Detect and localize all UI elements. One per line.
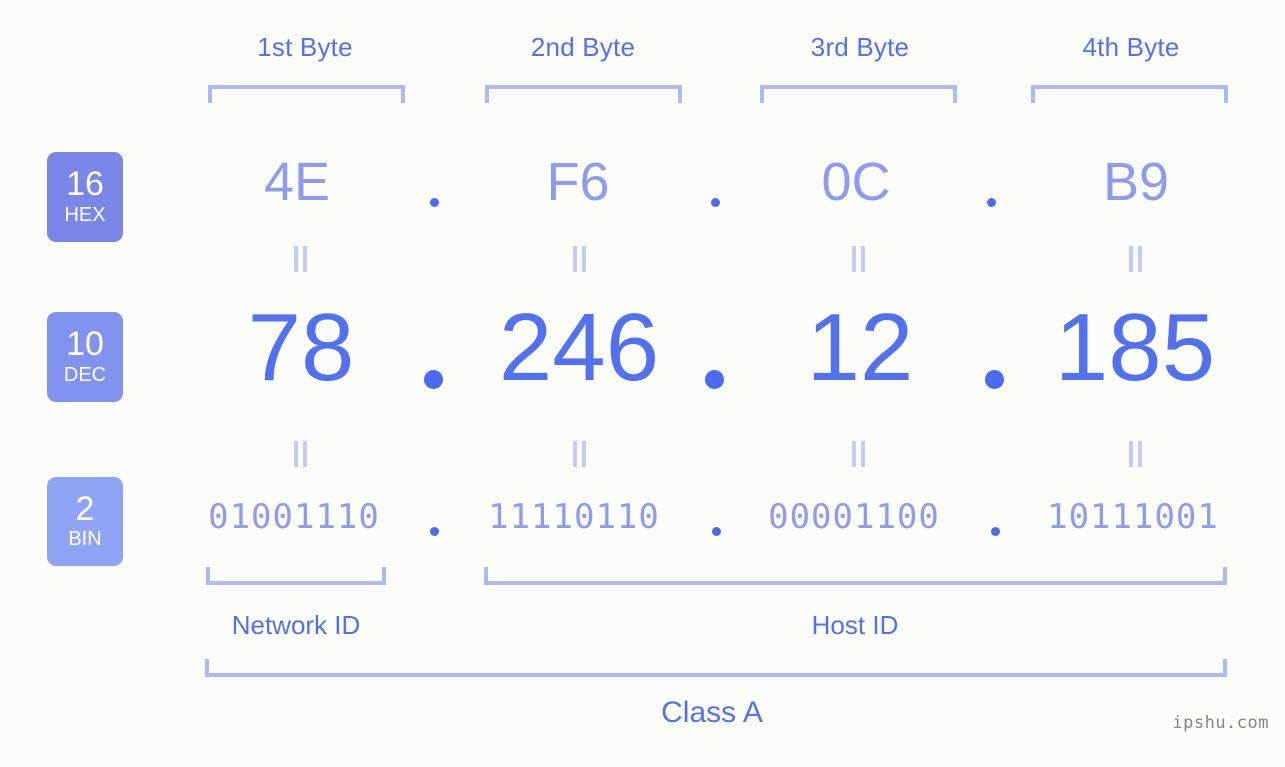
base-badge-hex-abbr: HEX [64,203,106,226]
base-badge-bin: 2 BIN [47,477,123,566]
byte-header-4: 4th Byte [1082,32,1180,62]
equals-connector-hex-dec-3 [851,246,867,272]
byte-header-3: 3rd Byte [810,32,910,62]
hex-byte-3: 0C [821,152,891,212]
byte-bracket-3 [760,85,957,103]
byte-bracket-2 [485,85,682,103]
hex-byte-1: 4E [263,152,331,212]
host-id-bracket [484,567,1227,585]
hex-byte-4: B9 [1102,152,1170,212]
base-badge-dec-abbr: DEC [63,363,107,386]
bin-byte-2: 11110110 [488,497,660,537]
equals-connector-hex-dec-1 [293,246,309,272]
bin-byte-3: 00001100 [768,497,940,537]
equals-connector-dec-bin-3 [851,441,867,467]
equals-connector-hex-dec-4 [1128,246,1144,272]
byte-header-1: 1st Byte [257,32,353,62]
base-badge-dec: 10 DEC [47,312,123,402]
network-id-label: Network ID [231,610,361,640]
dec-separator-dot-3 [985,370,1004,389]
hex-separator-dot-2 [711,198,720,207]
network-id-bracket [206,567,386,585]
bin-byte-1: 01001110 [208,497,380,537]
byte-bracket-1 [208,85,405,103]
bin-byte-4: 10111001 [1047,497,1219,537]
equals-connector-dec-bin-4 [1128,441,1144,467]
dec-byte-2: 246 [498,294,660,401]
dec-separator-dot-2 [705,370,724,389]
base-badge-hex-number: 16 [66,165,104,204]
dec-byte-1: 78 [247,294,355,401]
equals-connector-dec-bin-2 [572,441,588,467]
dec-byte-3: 12 [806,294,914,401]
base-badge-dec-number: 10 [66,325,104,364]
class-bracket [205,659,1227,677]
base-badge-hex: 16 HEX [47,152,123,242]
ip-address-breakdown-diagram: 1st Byte 2nd Byte 3rd Byte 4th Byte 16 H… [0,0,1285,767]
byte-header-2: 2nd Byte [530,32,636,62]
base-badge-bin-abbr: BIN [68,528,102,551]
host-id-label: Host ID [811,610,899,640]
base-badge-bin-number: 2 [75,489,95,528]
hex-byte-2: F6 [546,152,610,212]
hex-separator-dot-1 [430,198,439,207]
bin-separator-dot-1 [430,527,439,536]
dec-separator-dot-1 [424,370,443,389]
watermark: ipshu.com [1172,713,1269,733]
equals-connector-dec-bin-1 [293,441,309,467]
byte-bracket-4 [1031,85,1228,103]
bin-separator-dot-2 [712,527,721,536]
class-label: Class A [661,696,763,729]
equals-connector-hex-dec-2 [572,246,588,272]
hex-separator-dot-3 [987,198,996,207]
dec-byte-4: 185 [1054,294,1216,401]
bin-separator-dot-3 [991,527,1000,536]
